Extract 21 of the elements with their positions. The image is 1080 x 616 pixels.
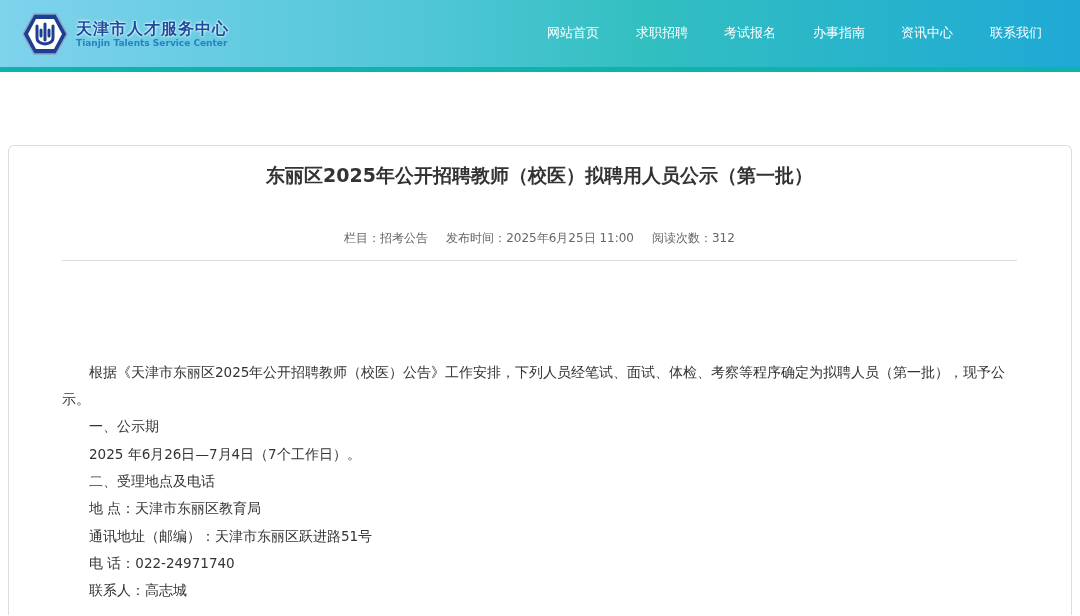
article-title: 东丽区2025年公开招聘教师（校医）拟聘用人员公示（第一批） bbox=[265, 164, 814, 187]
site-name-english: Tianjin Talents Service Center bbox=[76, 37, 229, 49]
meta-info: 栏目：招考公告 bbox=[344, 229, 429, 247]
article-paragraph: 根据《天津市东丽区2025年公开招聘教师（校医）公告》工作安排，下列人员经笔试、面试、体检、考察等程序确定为拟聘人员（第一批），现予公示。 bbox=[62, 362, 1007, 410]
nav-link[interactable]: 资讯中心 bbox=[883, 24, 972, 43]
article-paragraph: 联系人：高志城 bbox=[88, 581, 188, 601]
nav-link[interactable]: 网站首页 bbox=[529, 24, 618, 43]
site-name: 天津市人才服务中心 bbox=[76, 18, 229, 38]
article-paragraph: 电 话：022-24971740 bbox=[88, 553, 236, 573]
article-paragraph: 一、公示期 bbox=[88, 417, 160, 437]
meta-info: 阅读次数：312 bbox=[651, 229, 735, 247]
article-paragraph: 二、受理地点及电话 bbox=[88, 472, 216, 491]
article-paragraph: 地 点：天津市东丽区教育局 bbox=[88, 499, 263, 519]
nav-link[interactable]: 求职招聘 bbox=[617, 24, 706, 43]
nav-link[interactable]: 联系我们 bbox=[971, 24, 1060, 43]
logo-icon bbox=[22, 11, 68, 56]
nav-link[interactable]: 考试报名 bbox=[706, 24, 795, 43]
meta-info: 发布时间：2025年6月25日 11:00 bbox=[446, 229, 634, 247]
nav-link[interactable]: 办事指南 bbox=[794, 24, 883, 43]
article-paragraph: 2025 年6月26日—7月4日（7个工作日）。 bbox=[88, 444, 362, 464]
article-paragraph: 通讯地址（邮编）：天津市东丽区跃进路51号 bbox=[88, 526, 374, 546]
